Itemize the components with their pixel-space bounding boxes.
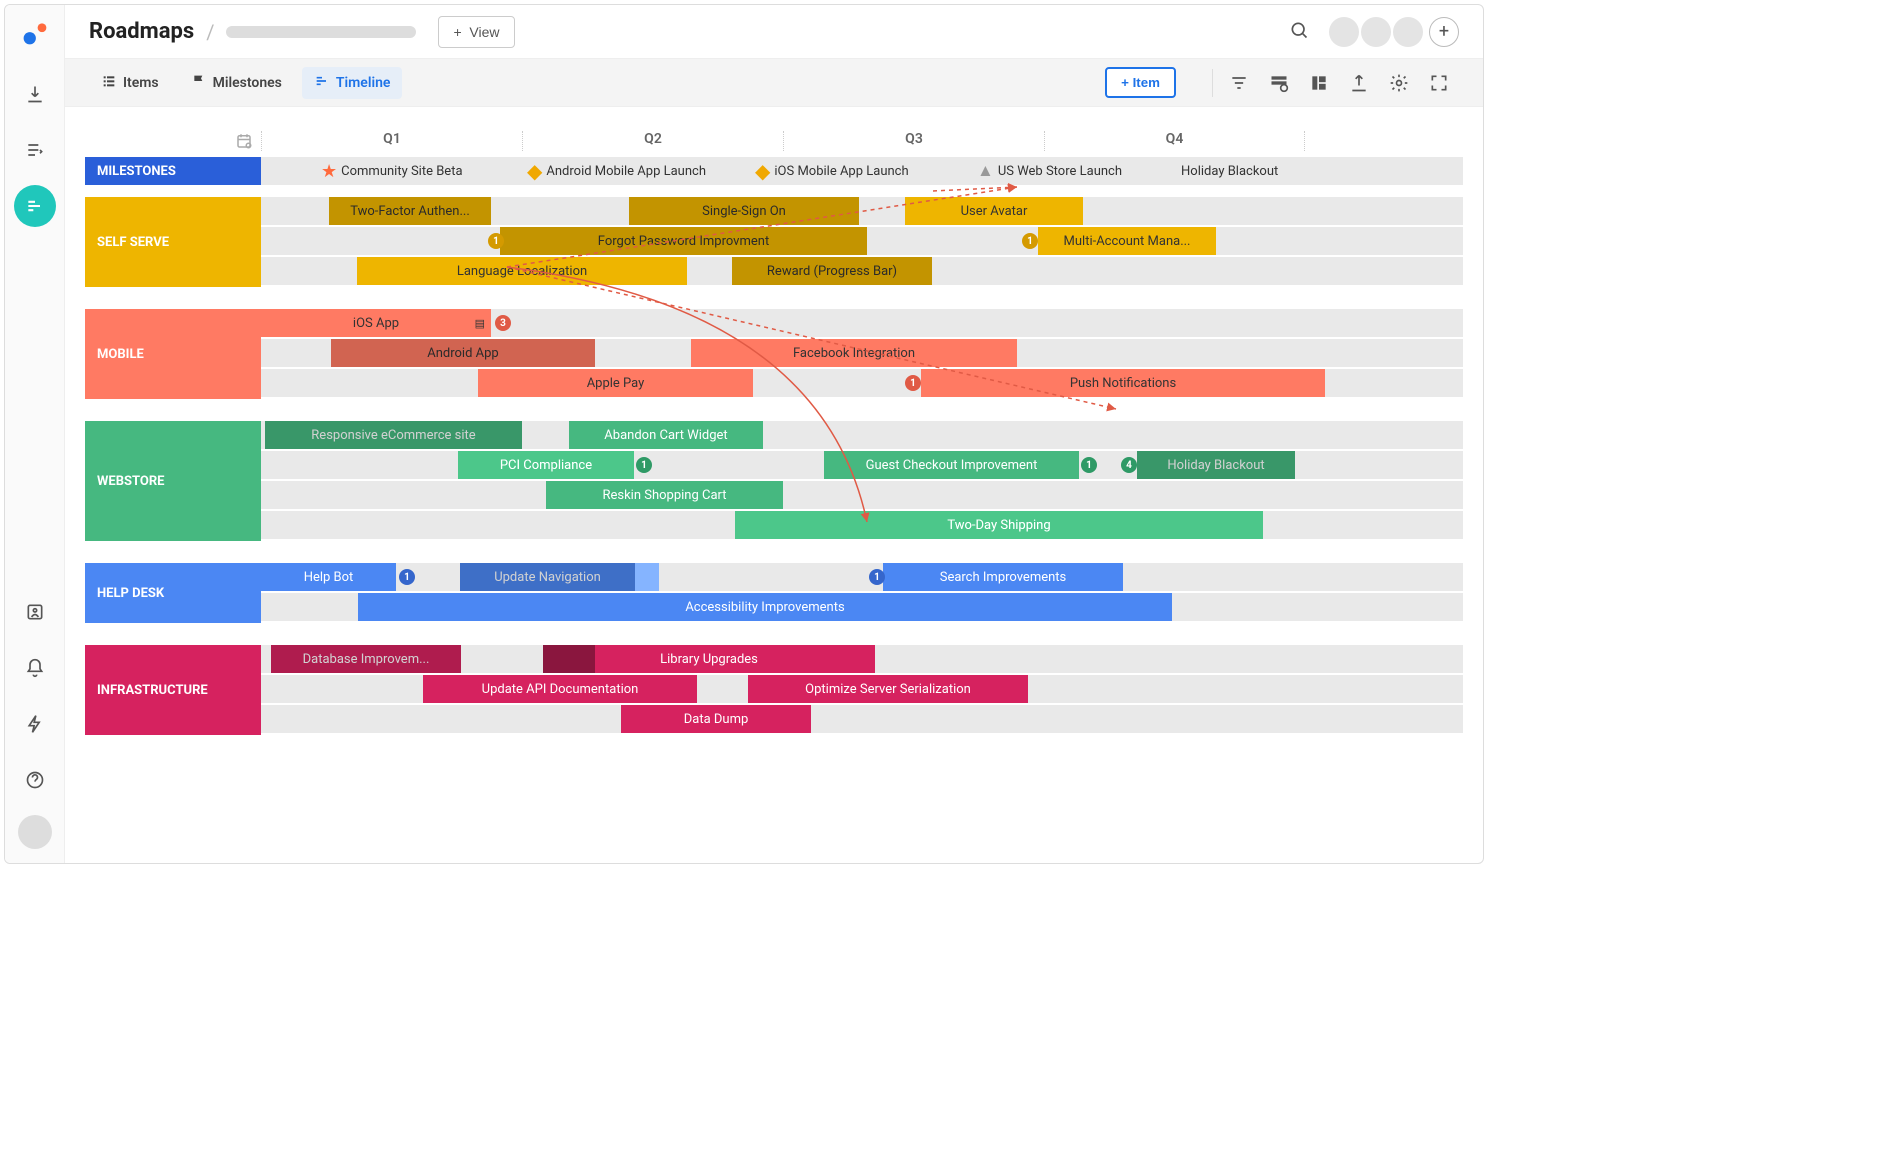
search-icon[interactable]	[1289, 20, 1309, 44]
bar-data-dump[interactable]: Data Dump	[621, 705, 811, 733]
bar-avatar[interactable]: User Avatar	[905, 197, 1083, 225]
nav-backlog-icon[interactable]	[14, 129, 56, 171]
bar-responsive-ecomm[interactable]: Responsive eCommerce site	[265, 421, 522, 449]
collaborator-avatars[interactable]	[1329, 17, 1423, 47]
lane-milestones[interactable]: MILESTONES	[85, 157, 261, 185]
bar-reward[interactable]: Reward (Progress Bar)	[732, 257, 932, 285]
quarter-q2: Q2	[522, 131, 783, 151]
bar-optimize[interactable]: Optimize Server Serialization	[748, 675, 1028, 703]
dep-badge[interactable]: 1	[1022, 233, 1038, 249]
tab-timeline[interactable]: Timeline	[302, 67, 403, 99]
bar-two-day-shipping: Two-Day Shipping	[735, 511, 1263, 539]
milestone-android[interactable]: ◆Android Mobile App Launch	[527, 164, 706, 179]
dep-badge[interactable]: 1	[488, 233, 504, 249]
bar-push-notifications[interactable]: Push Notifications	[921, 369, 1325, 397]
dep-badge[interactable]: 1	[399, 569, 415, 585]
calendar-settings-icon[interactable]	[235, 132, 253, 150]
fullscreen-icon[interactable]	[1419, 63, 1459, 103]
quarter-q4: Q4	[1044, 131, 1305, 151]
add-item-button[interactable]: + Item	[1105, 67, 1176, 98]
bar-update-nav[interactable]: Update Navigation	[460, 563, 635, 591]
filter-icon[interactable]	[1219, 63, 1259, 103]
dep-badge[interactable]: 1	[869, 569, 885, 585]
bar-api-docs[interactable]: Update API Documentation	[423, 675, 697, 703]
bar-pci[interactable]: PCI Compliance	[458, 451, 634, 479]
bar-forgot-pw[interactable]: Forgot Password Improvment	[500, 227, 867, 255]
bar-android-app[interactable]: Android App	[331, 339, 595, 367]
milestone-holiday[interactable]: Holiday Blackout	[1177, 164, 1278, 179]
logo	[21, 19, 49, 47]
bar-sso[interactable]: Single-Sign On	[629, 197, 859, 225]
nav-import-icon[interactable]	[14, 73, 56, 115]
bar-two-factor[interactable]: Two-Factor Authen...	[329, 197, 491, 225]
milestone-usweb[interactable]: ▲US Web Store Launch	[977, 161, 1122, 181]
lane-helpdesk[interactable]: HELP DESK	[85, 563, 261, 623]
add-collaborator-button[interactable]: +	[1429, 17, 1459, 47]
bar-abandon-cart[interactable]: Abandon Cart Widget	[569, 421, 763, 449]
bar-accessibility[interactable]: Accessibility Improvements	[358, 593, 1172, 621]
page-title: Roadmaps	[89, 19, 194, 44]
bar-database[interactable]: Database Improvem...	[271, 645, 461, 673]
roadmap-name-placeholder[interactable]	[226, 26, 416, 38]
tab-items[interactable]: Items	[89, 67, 171, 99]
settings-icon[interactable]	[1379, 63, 1419, 103]
breadcrumb-separator: /	[206, 20, 214, 44]
nav-notifications-icon[interactable]	[14, 647, 56, 689]
nav-automation-icon[interactable]	[14, 703, 56, 745]
nav-contacts-icon[interactable]	[14, 591, 56, 633]
bar-multi-acct[interactable]: Multi-Account Mana...	[1038, 227, 1216, 255]
bar-ios-app[interactable]: iOS App ▤	[261, 309, 491, 337]
milestone-ios[interactable]: ◆iOS Mobile App Launch	[755, 164, 909, 179]
bar-holiday-blackout[interactable]: Holiday Blackout	[1137, 451, 1295, 479]
milestone-community[interactable]: ★Community Site Beta	[321, 161, 463, 182]
quarter-q3: Q3	[783, 131, 1044, 151]
dep-badge[interactable]: 1	[636, 457, 652, 473]
bar-apple-pay[interactable]: Apple Pay	[478, 369, 753, 397]
dep-badge[interactable]: 4	[1121, 457, 1137, 473]
quarter-q1: Q1	[261, 131, 522, 151]
layout-icon[interactable]	[1299, 63, 1339, 103]
dep-badge[interactable]: 1	[1081, 457, 1097, 473]
bar-update-nav-tail[interactable]	[635, 563, 659, 591]
bar-lang[interactable]: Language Localization	[357, 257, 687, 285]
tab-milestones[interactable]: Milestones	[179, 67, 294, 99]
export-icon[interactable]	[1339, 63, 1379, 103]
bar-search-improvements[interactable]: Search Improvements	[883, 563, 1123, 591]
bar-helpbot[interactable]: Help Bot	[261, 563, 396, 591]
add-view-button[interactable]: + View	[438, 16, 514, 48]
bar-library-head[interactable]	[543, 645, 595, 673]
lane-mobile[interactable]: MOBILE	[85, 309, 261, 399]
nav-timeline-icon[interactable]	[14, 185, 56, 227]
current-user-avatar[interactable]	[18, 815, 52, 849]
lane-infrastructure[interactable]: INFRASTRUCTURE	[85, 645, 261, 735]
bar-guest-checkout[interactable]: Guest Checkout Improvement	[824, 451, 1079, 479]
dep-badge[interactable]: 3	[495, 315, 511, 331]
lane-webstore[interactable]: WEBSTORE	[85, 421, 261, 541]
bar-reskin-cart[interactable]: Reskin Shopping Cart	[546, 481, 783, 509]
dep-badge[interactable]: 1	[905, 375, 921, 391]
bar-facebook[interactable]: Facebook Integration	[691, 339, 1017, 367]
nav-help-icon[interactable]	[14, 759, 56, 801]
link-settings-icon[interactable]	[1259, 63, 1299, 103]
lane-self-serve[interactable]: SELF SERVE	[85, 197, 261, 287]
